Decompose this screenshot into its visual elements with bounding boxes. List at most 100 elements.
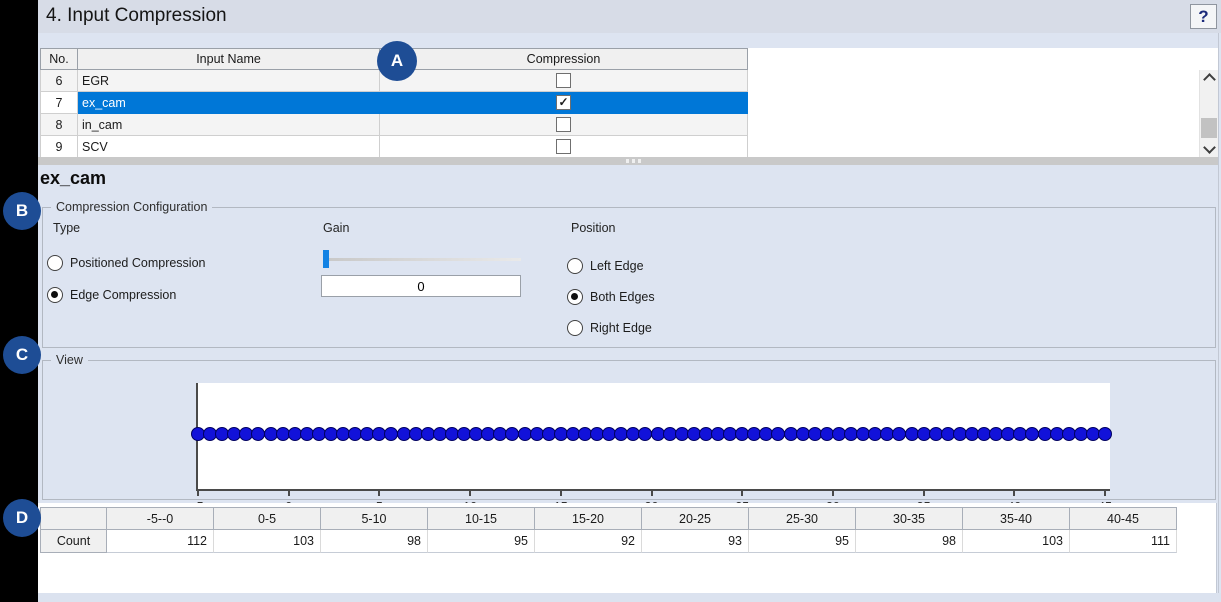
input-name-cell[interactable]: in_cam [78,114,380,136]
compression-checkbox[interactable] [556,117,571,132]
splitter-grip-icon[interactable] [626,159,641,163]
compression-cell [380,136,748,158]
row-filler [748,92,1218,114]
x-axis-tick [651,491,653,496]
scroll-down-icon[interactable] [1203,141,1216,154]
slider-thumb[interactable] [323,250,329,268]
x-axis-tick [469,491,471,496]
bin-header: 40-45 [1070,507,1177,530]
x-axis-tick [923,491,925,496]
compression-checkbox[interactable] [556,73,571,88]
input-name-cell[interactable]: EGR [78,70,380,92]
input-table-row[interactable]: 9 SCV [40,136,1218,158]
x-axis-tick [741,491,743,496]
page-title: 4. Input Compression [46,5,227,27]
column-header-no: No. [40,48,78,70]
table-vertical-scrollbar[interactable] [1199,70,1218,157]
row-number-cell: 7 [40,92,78,114]
position-label: Position [571,221,615,235]
input-table: No. Input Name Compression 6 EGR 7 ex_ca… [40,48,1218,158]
group-legend: Compression Configuration [51,200,212,214]
horizontal-splitter[interactable] [38,157,1218,165]
bin-header: 35-40 [963,507,1070,530]
radio-icon[interactable] [567,258,583,274]
view-group: View -5051015202530354045 [42,360,1216,500]
bin-header: 10-15 [428,507,535,530]
radio-icon[interactable] [567,320,583,336]
count-value: 92 [535,530,642,553]
radio-label: Right Edge [590,321,652,335]
count-value: 98 [321,530,428,553]
count-value: 95 [428,530,535,553]
help-button[interactable]: ? [1190,4,1217,29]
right-edge-option[interactable]: Right Edge [567,320,652,336]
count-row-label: Count [40,530,107,553]
scroll-up-icon[interactable] [1203,73,1216,86]
input-table-body: 6 EGR 7 ex_cam 8 in_cam 9 SCV [40,70,1218,158]
radio-label: Left Edge [590,259,644,273]
count-value: 103 [963,530,1070,553]
input-name-cell[interactable]: SCV [78,136,380,158]
x-axis-tick [1104,491,1106,496]
column-header-compression: Compression [380,48,748,70]
radio-icon[interactable] [567,289,583,305]
annotation-badge-b: B [3,192,41,230]
title-bar: 4. Input Compression [38,0,1221,33]
slider-track[interactable] [323,258,521,261]
compression-checkbox[interactable] [556,139,571,154]
left-edge-option[interactable]: Left Edge [567,258,644,274]
gain-slider[interactable] [323,250,521,268]
input-table-row[interactable]: 7 ex_cam [40,92,1218,114]
radio-icon[interactable] [47,287,63,303]
bin-header: 20-25 [642,507,749,530]
radio-label: Both Edges [590,290,655,304]
row-filler [748,114,1218,136]
annotation-badge-c: C [3,336,41,374]
count-table: -5--00-55-1010-1515-2020-2525-3030-3535-… [40,507,1177,553]
both-edges-option[interactable]: Both Edges [567,289,655,305]
input-name-cell[interactable]: ex_cam [78,92,380,114]
bin-header: 15-20 [535,507,642,530]
row-filler [748,70,1218,92]
bin-header: 30-35 [856,507,963,530]
input-table-row[interactable]: 6 EGR [40,70,1218,92]
count-value: 95 [749,530,856,553]
x-axis-tick [832,491,834,496]
radio-label: Positioned Compression [70,256,206,270]
scrollbar-thumb[interactable] [1201,118,1217,138]
radio-icon[interactable] [47,255,63,271]
compression-configuration-group: Compression Configuration Type Positione… [42,207,1216,348]
gain-label: Gain [323,221,349,235]
count-value: 93 [642,530,749,553]
input-table-header: No. Input Name Compression [40,48,1218,70]
selected-input-heading: ex_cam [40,168,106,189]
count-value: 98 [856,530,963,553]
row-number-cell: 9 [40,136,78,158]
x-axis-tick [1013,491,1015,496]
row-number-cell: 6 [40,70,78,92]
type-label: Type [53,221,80,235]
scatter-plot: -5051015202530354045 [196,383,1110,491]
compression-cell [380,114,748,136]
x-axis-tick [560,491,562,496]
x-axis-tick [288,491,290,496]
bin-header: -5--0 [107,507,214,530]
positioned-compression-option[interactable]: Positioned Compression [47,255,206,271]
annotation-badge-a: A [377,41,417,81]
x-axis-tick [378,491,380,496]
bin-header: 25-30 [749,507,856,530]
row-filler [748,136,1218,158]
edge-compression-option[interactable]: Edge Compression [47,287,176,303]
window-right-edge [1218,33,1219,593]
radio-label: Edge Compression [70,288,176,302]
compression-checkbox[interactable] [556,95,571,110]
gain-input[interactable] [321,275,521,297]
count-value: 103 [214,530,321,553]
bin-header: 5-10 [321,507,428,530]
count-value: 111 [1070,530,1177,553]
header-filler [748,48,1218,70]
bin-header: 0-5 [214,507,321,530]
input-table-row[interactable]: 8 in_cam [40,114,1218,136]
x-axis-tick [197,491,199,496]
count-value: 112 [107,530,214,553]
